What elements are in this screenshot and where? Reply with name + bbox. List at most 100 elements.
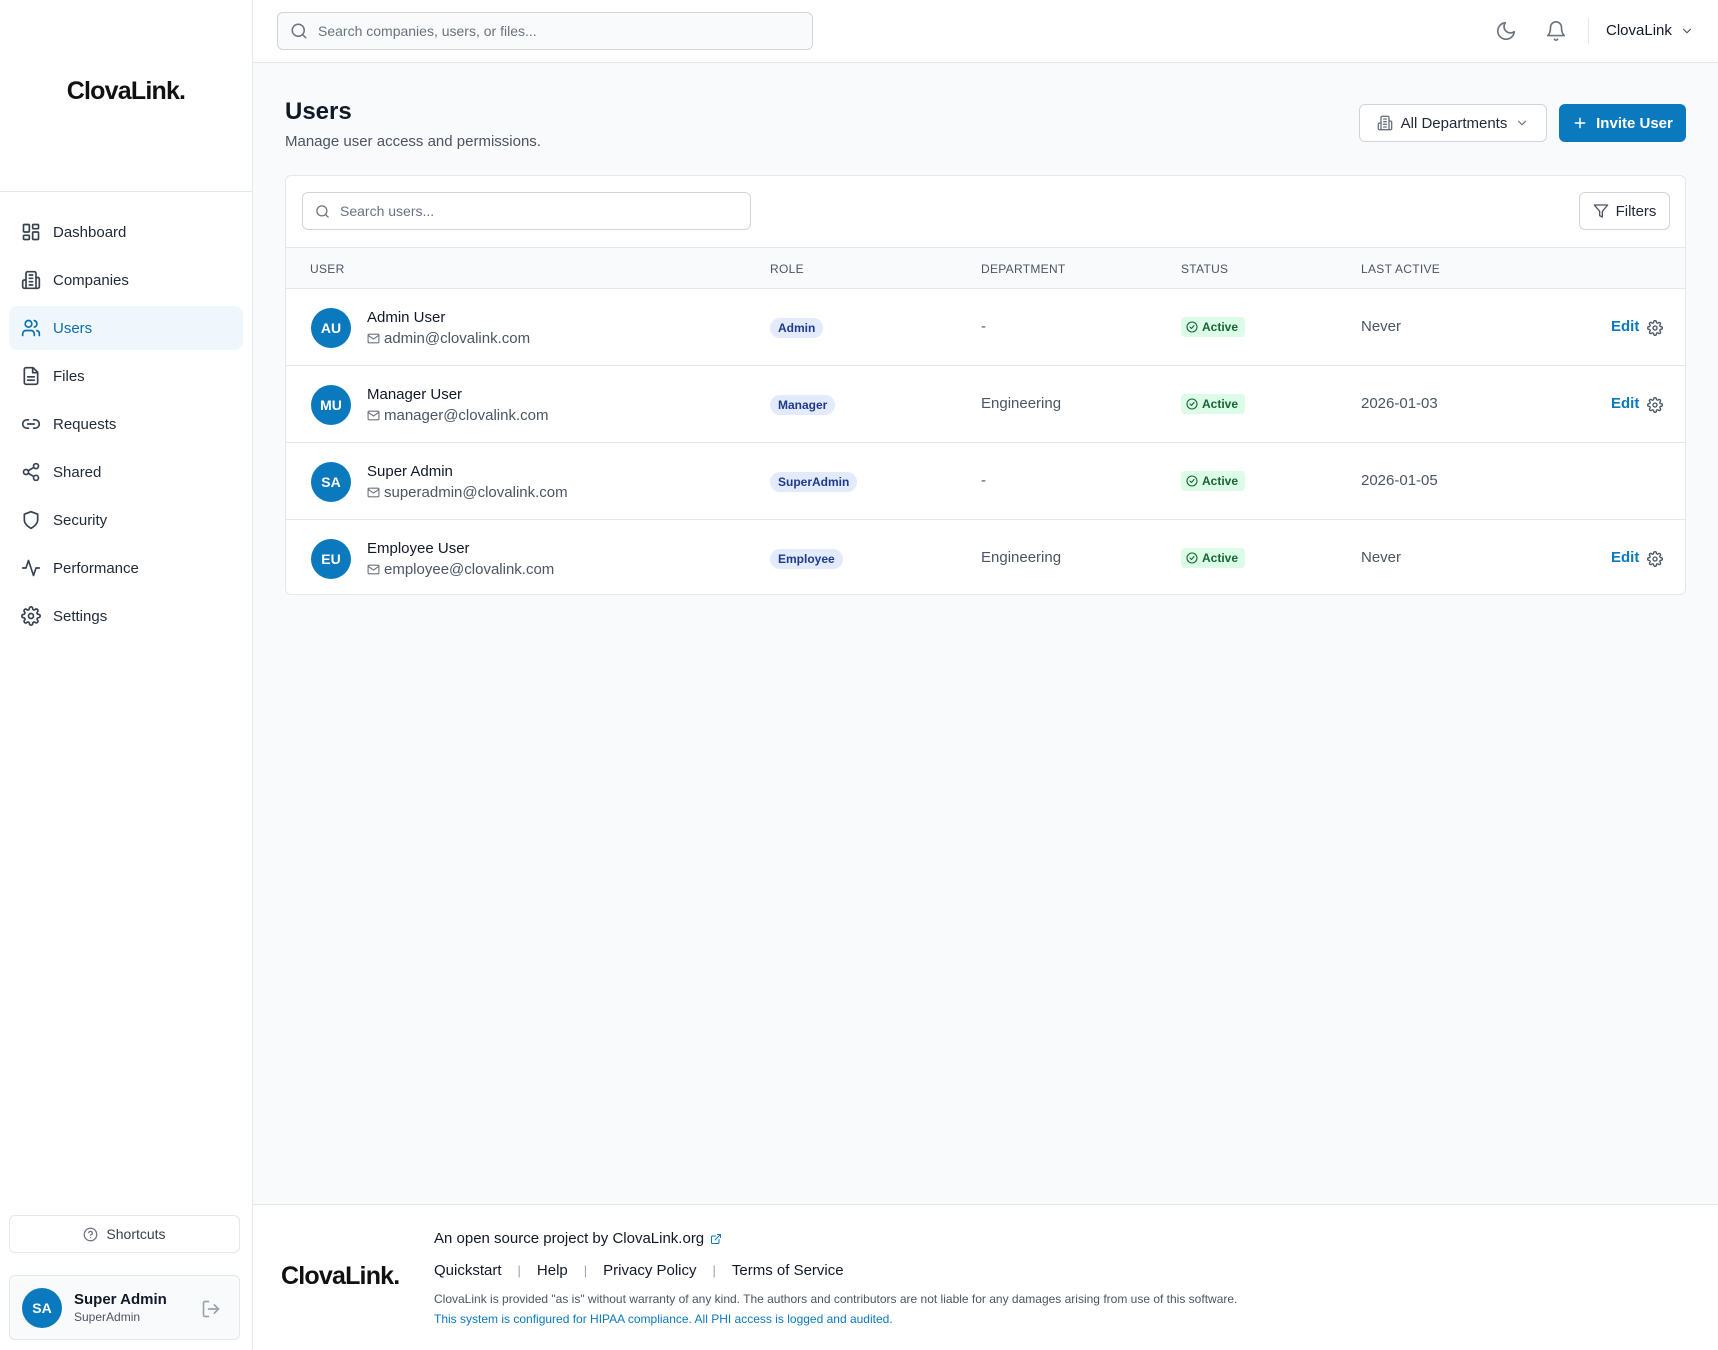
filters-button[interactable]: Filters — [1579, 192, 1670, 230]
column-header-last-active[interactable]: LAST ACTIVE — [1361, 262, 1440, 276]
footer-link-help[interactable]: Help — [537, 1262, 568, 1279]
user-email: employee@clovalink.com — [367, 561, 554, 578]
bell-icon[interactable] — [1545, 20, 1567, 42]
dashboard-icon — [21, 222, 41, 242]
role-badge: Employee — [770, 549, 843, 569]
user-department: Engineering — [981, 395, 1062, 412]
divider: | — [583, 1263, 588, 1278]
edit-user-link[interactable]: Edit — [1611, 318, 1639, 335]
sidebar-item-label: Security — [53, 511, 108, 529]
user-name: Employee User — [367, 540, 470, 557]
last-active: 2026-01-03 — [1361, 395, 1438, 412]
sidebar-item-shared[interactable]: Shared — [9, 450, 243, 494]
sidebar-item-security[interactable]: Security — [9, 498, 243, 542]
invite-user-label: Invite User — [1596, 114, 1673, 132]
gear-icon[interactable] — [1647, 320, 1663, 336]
mail-icon — [367, 332, 380, 345]
sidebar-item-label: Settings — [53, 607, 108, 625]
user-email: superadmin@clovalink.com — [367, 484, 568, 501]
file-icon — [21, 366, 41, 386]
check-circle-icon — [1186, 475, 1198, 487]
user-email: manager@clovalink.com — [367, 407, 548, 424]
shield-icon — [21, 510, 41, 530]
activity-icon — [21, 558, 41, 578]
user-email-text: admin@clovalink.com — [384, 330, 531, 347]
footer-tagline-link[interactable]: An open source project by ClovaLink.org — [434, 1230, 722, 1247]
sidebar-item-settings[interactable]: Settings — [9, 594, 243, 638]
shortcuts-button[interactable]: Shortcuts — [9, 1215, 240, 1253]
sidebar-item-label: Performance — [53, 559, 139, 577]
page-title: Users — [285, 98, 352, 125]
sidebar-item-label: Users — [53, 319, 93, 337]
user-department: - — [981, 318, 986, 335]
user-department: - — [981, 472, 986, 489]
user-department: Engineering — [981, 549, 1062, 566]
global-search-input[interactable] — [318, 23, 788, 39]
filter-icon — [1593, 203, 1609, 219]
footer-link-terms[interactable]: Terms of Service — [732, 1262, 844, 1279]
gear-icon — [21, 606, 41, 626]
column-header-department[interactable]: DEPARTMENT — [981, 262, 1066, 276]
sidebar-logo-area: ClovaLink. — [0, 0, 252, 192]
sidebar-item-performance[interactable]: Performance — [9, 546, 243, 590]
current-user-role: SuperAdmin — [74, 1310, 141, 1324]
sidebar-item-label: Files — [53, 367, 85, 385]
status-badge: Active — [1181, 317, 1246, 337]
building-icon — [21, 270, 41, 290]
sidebar-item-dashboard[interactable]: Dashboard — [9, 210, 243, 254]
moon-icon[interactable] — [1495, 20, 1517, 42]
column-header-role[interactable]: ROLE — [770, 262, 804, 276]
sidebar-item-users[interactable]: Users — [9, 306, 243, 350]
department-filter[interactable]: All Departments — [1359, 104, 1547, 142]
building-icon — [1377, 115, 1393, 131]
footer: ClovaLink. An open source project by Clo… — [253, 1204, 1718, 1350]
sidebar-item-label: Requests — [53, 415, 117, 433]
last-active: Never — [1361, 318, 1402, 335]
footer-link-privacy[interactable]: Privacy Policy — [603, 1262, 696, 1279]
shortcuts-label: Shortcuts — [106, 1226, 166, 1242]
sidebar-item-requests[interactable]: Requests — [9, 402, 243, 446]
external-link-icon — [710, 1233, 722, 1245]
table-row[interactable]: SA Super Admin superadmin@clovalink.com … — [286, 443, 1685, 520]
gear-icon[interactable] — [1647, 551, 1663, 567]
status-text: Active — [1202, 474, 1239, 488]
table-search-box[interactable] — [302, 192, 751, 230]
users-table-card: Filters USER ROLE DEPARTMENT STATUS LAST… — [285, 175, 1686, 595]
check-circle-icon — [1186, 398, 1198, 410]
column-header-status[interactable]: STATUS — [1181, 262, 1228, 276]
user-email-text: employee@clovalink.com — [384, 561, 555, 578]
table-row[interactable]: AU Admin User admin@clovalink.com Admin … — [286, 289, 1685, 366]
avatar: AU — [311, 308, 351, 348]
users-icon — [21, 318, 41, 338]
logout-icon[interactable] — [201, 1299, 221, 1319]
global-search-box[interactable] — [277, 12, 813, 50]
sidebar-item-companies[interactable]: Companies — [9, 258, 243, 302]
mail-icon — [367, 563, 380, 576]
table-row[interactable]: EU Employee User employee@clovalink.com … — [286, 520, 1685, 594]
user-email: admin@clovalink.com — [367, 330, 530, 347]
chevron-down-icon — [1515, 116, 1529, 130]
search-icon — [315, 204, 330, 219]
filters-label: Filters — [1615, 202, 1657, 220]
app-logo[interactable]: ClovaLink. — [67, 77, 186, 106]
footer-link-quickstart[interactable]: Quickstart — [434, 1262, 502, 1279]
check-circle-icon — [1186, 321, 1198, 333]
column-header-user[interactable]: USER — [310, 262, 345, 276]
edit-user-link[interactable]: Edit — [1611, 549, 1639, 566]
sidebar-item-label: Shared — [53, 463, 102, 481]
org-switcher[interactable]: ClovaLink — [1606, 22, 1694, 39]
sidebar: ClovaLink. Dashboard Companies Users Fil… — [0, 0, 253, 1350]
user-search-input[interactable] — [340, 203, 732, 219]
link-icon — [21, 414, 41, 434]
table-header: USER ROLE DEPARTMENT STATUS LAST ACTIVE — [286, 248, 1685, 289]
mail-icon — [367, 486, 380, 499]
gear-icon[interactable] — [1647, 397, 1663, 413]
sidebar-item-files[interactable]: Files — [9, 354, 243, 398]
invite-user-button[interactable]: Invite User — [1559, 104, 1686, 142]
status-text: Active — [1202, 397, 1239, 411]
table-row[interactable]: MU Manager User manager@clovalink.com Ma… — [286, 366, 1685, 443]
edit-user-link[interactable]: Edit — [1611, 395, 1639, 412]
divider: | — [517, 1263, 521, 1278]
footer-logo: ClovaLink. — [281, 1262, 400, 1290]
check-circle-icon — [1186, 552, 1198, 564]
